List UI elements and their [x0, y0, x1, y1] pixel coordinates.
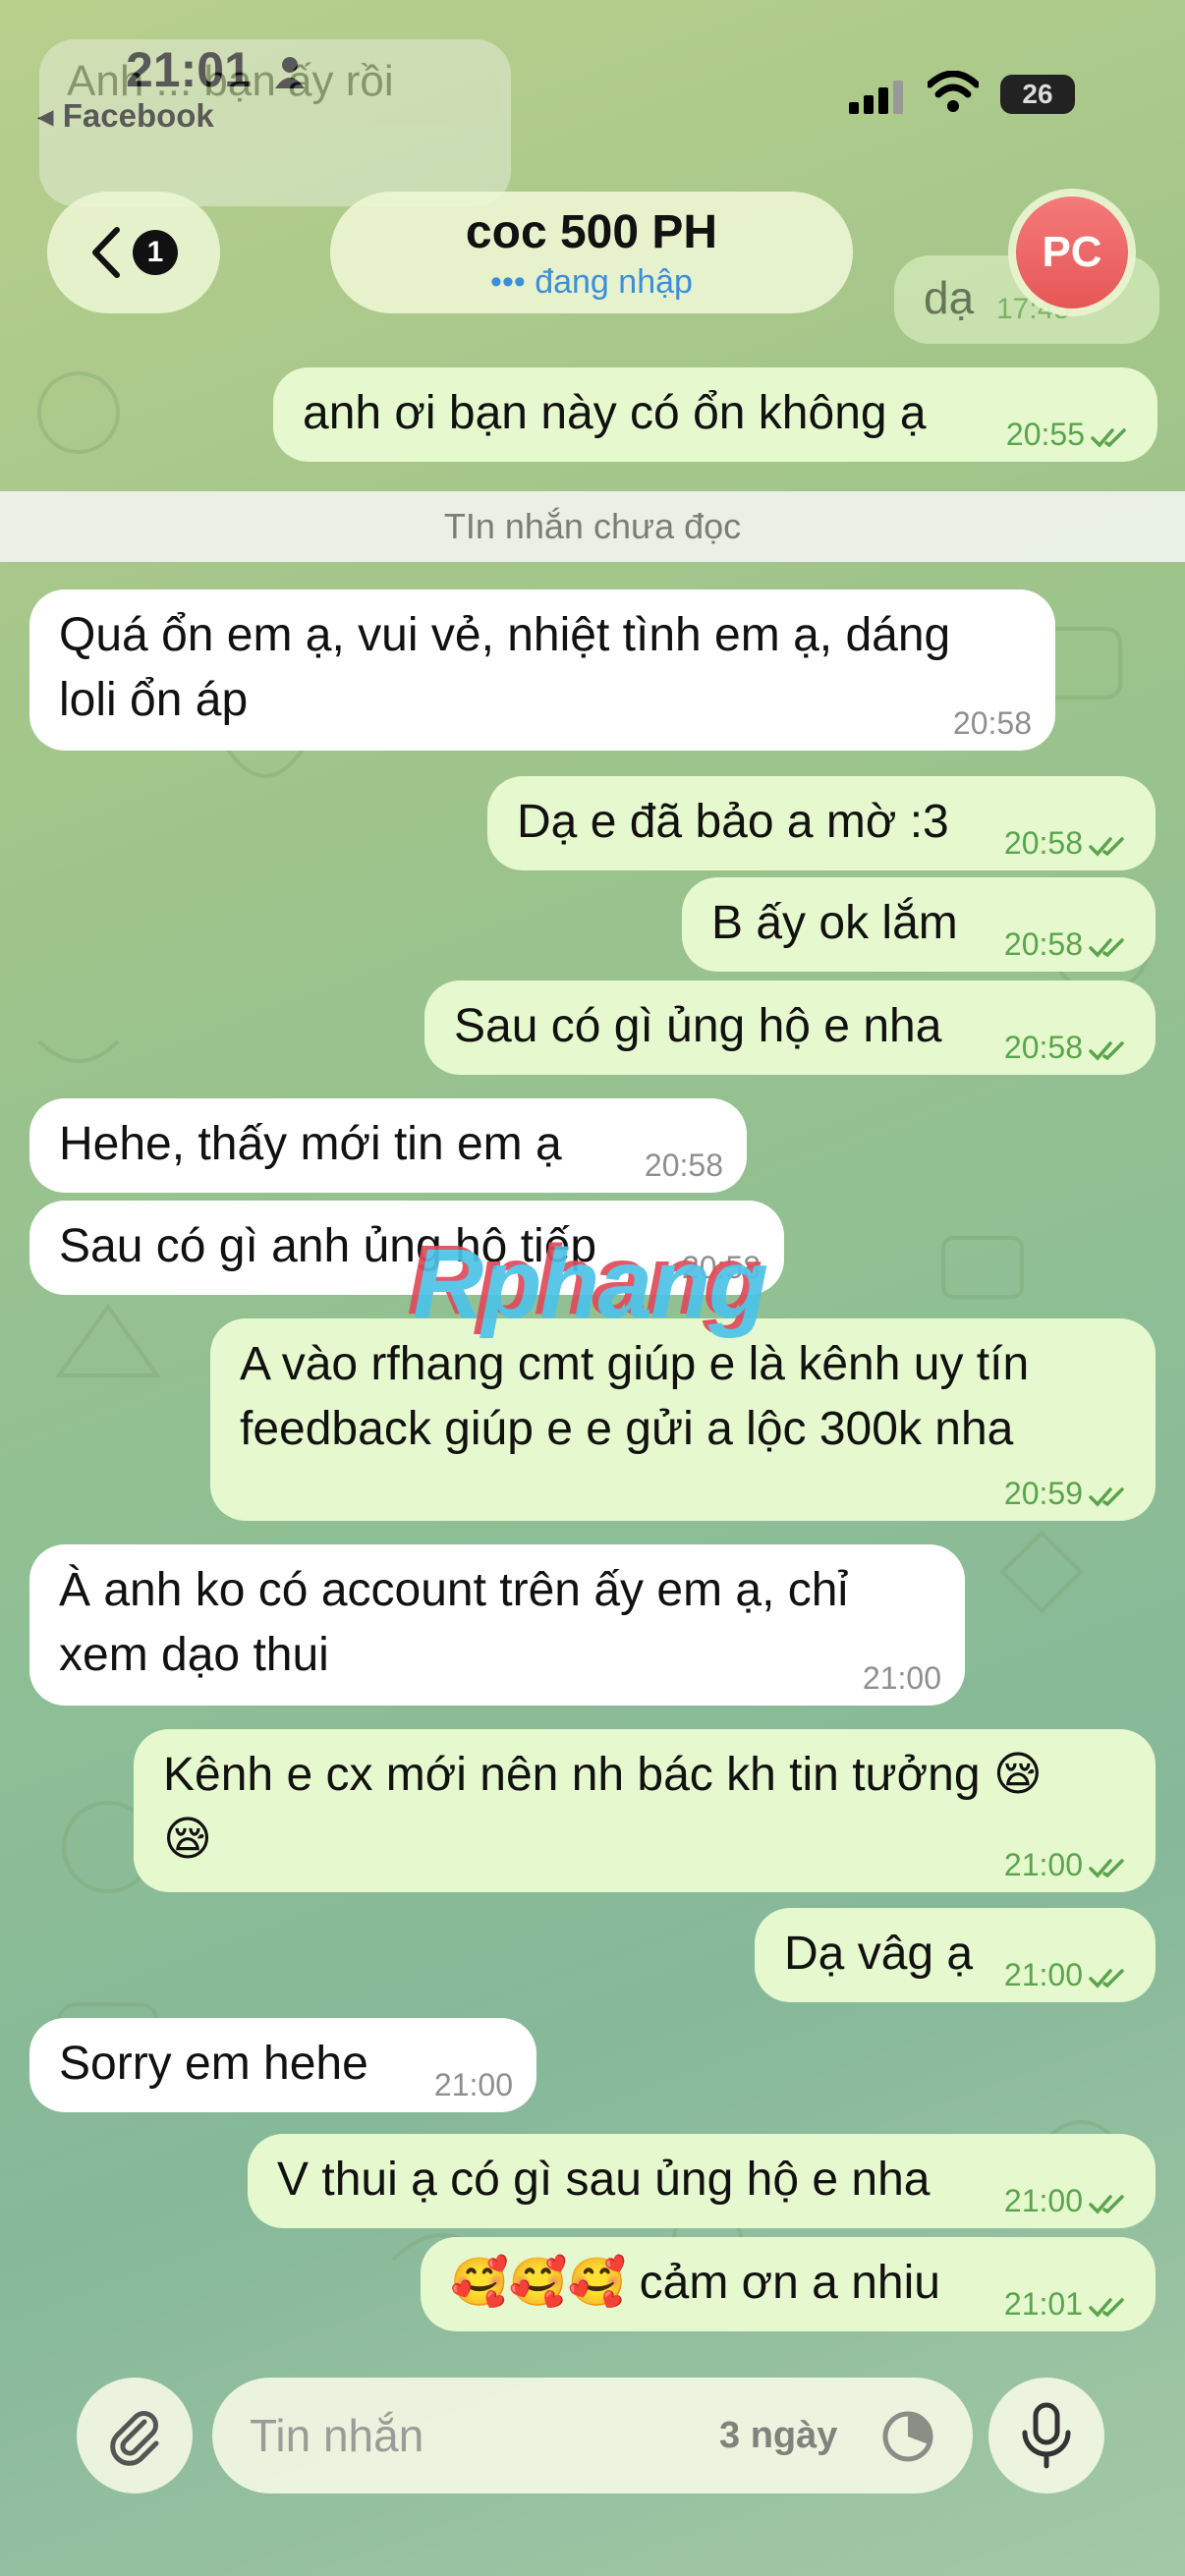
message-time: 20:59: [1003, 1476, 1083, 1511]
message-time: 20:58: [1003, 825, 1083, 861]
message-timestamp: 20:58: [1004, 827, 1132, 859]
watermark-logo: Rphang: [413, 1229, 768, 1339]
message-text-line: loli ổn áp: [59, 674, 249, 726]
microphone-icon: [1022, 2402, 1071, 2469]
message-timestamp: 21:01: [1004, 2288, 1132, 2320]
wifi-icon: [928, 71, 979, 112]
message-timestamp: 20:59: [1004, 1478, 1132, 1509]
outgoing-message-bubble[interactable]: Sau có gì ủng hộ e nha 20:58: [424, 980, 1156, 1075]
read-checkmarks-icon: [1085, 417, 1134, 452]
message-time: 21:00: [1003, 2183, 1083, 2218]
message-text-line: À anh ko có account trên ấy em ạ, chỉ: [59, 1564, 849, 1616]
incoming-message-bubble[interactable]: Hehe, thấy mới tin em ạ 20:58: [29, 1098, 747, 1193]
message-text-line: Quá ổn em ạ, vui vẻ, nhiệt tình em ạ, dá…: [59, 609, 951, 661]
cellular-signal-icon: [849, 81, 903, 114]
chat-title: coc 500 PH: [465, 206, 718, 258]
unread-count-badge: 1: [133, 230, 178, 275]
message-text-line: Kênh e cx mới nên nh bác kh tin tưởng 😪: [163, 1749, 1043, 1801]
read-checkmarks-icon: [1083, 1030, 1132, 1065]
previous-outgoing-text: dạ: [924, 272, 975, 323]
message-input-placeholder: Tin nhắn: [250, 2410, 424, 2461]
paperclip-icon: [110, 2411, 159, 2466]
attach-button[interactable]: [77, 2378, 193, 2493]
message-time: 20:55: [1005, 417, 1085, 452]
read-checkmarks-icon: [1083, 1847, 1132, 1882]
message-timestamp: 21:00: [1004, 2185, 1132, 2216]
chevron-left-icon: [92, 227, 120, 278]
message-timestamp: 21:00: [1004, 1959, 1132, 1990]
unread-messages-divider: TIn nhắn chưa đọc: [0, 491, 1185, 562]
outgoing-message-bubble[interactable]: B ấy ok lắm 20:58: [682, 877, 1156, 972]
message-text-line: Hehe, thấy mới tin em ạ: [59, 1118, 562, 1170]
message-timestamp: 21:00: [1004, 1849, 1132, 1880]
incoming-message-bubble[interactable]: À anh ko có account trên ấy em ạ, chỉ xem…: [29, 1544, 965, 1706]
message-time: 20:58: [1003, 1030, 1083, 1065]
message-text-line: feedback giúp e e gửi a lộc 300k nha: [240, 1403, 1014, 1455]
read-checkmarks-icon: [1083, 1476, 1132, 1511]
message-time: 20:58: [1003, 926, 1083, 962]
read-checkmarks-icon: [1083, 2286, 1132, 2322]
message-timestamp: 21:00: [434, 2069, 513, 2100]
typing-status: ••• đang nhập: [490, 263, 693, 301]
message-text-line: anh ơi bạn này có ổn không ạ: [303, 387, 927, 439]
message-time: 21:01: [1003, 2286, 1083, 2322]
message-timestamp: 20:58: [953, 707, 1032, 739]
read-checkmarks-icon: [1083, 1957, 1132, 1992]
message-timestamp: 21:00: [863, 1662, 941, 1694]
contact-avatar[interactable]: PC: [1008, 189, 1136, 316]
incoming-message-bubble[interactable]: Sorry em hehe 21:00: [29, 2018, 536, 2112]
message-input[interactable]: Tin nhắn 3 ngày: [212, 2378, 973, 2493]
outgoing-message-bubble[interactable]: V thui ạ có gì sau ủng hộ e nha 21:00: [248, 2134, 1156, 2228]
read-checkmarks-icon: [1083, 825, 1132, 861]
previous-message-text: Anh ... bạn ấy rồi: [67, 57, 394, 105]
message-text-line: xem dạo thui: [59, 1629, 329, 1681]
battery-indicator: 26: [1000, 75, 1075, 114]
message-time: 20:58: [644, 1148, 723, 1183]
message-timestamp: 20:58: [1004, 1032, 1132, 1063]
outgoing-message-bubble[interactable]: A vào rfhang cmt giúp e là kênh uy tín fe…: [210, 1318, 1156, 1521]
message-text-line: 😪: [163, 1814, 213, 1866]
message-time: 20:58: [952, 705, 1032, 741]
timer-icon[interactable]: [880, 2409, 935, 2464]
voice-record-button[interactable]: [988, 2378, 1104, 2493]
outgoing-message-bubble[interactable]: Dạ e đã bảo a mờ :3 20:58: [487, 776, 1156, 870]
message-timestamp: 20:55: [1006, 419, 1134, 450]
message-time: 21:00: [433, 2067, 513, 2102]
message-text-line: V thui ạ có gì sau ủng hộ e nha: [277, 2154, 931, 2206]
outgoing-message-bubble[interactable]: Dạ vâg ạ 21:00: [755, 1908, 1156, 2002]
previous-message-faded: Anh ... bạn ấy rồi: [39, 39, 511, 206]
auto-delete-timer-label: 3 ngày: [719, 2415, 838, 2456]
message-time: 21:00: [862, 1660, 941, 1696]
message-time: 21:00: [1003, 1847, 1083, 1882]
avatar-initials: PC: [1016, 196, 1128, 308]
read-checkmarks-icon: [1083, 2183, 1132, 2218]
back-button[interactable]: 1: [47, 192, 220, 313]
chat-title-pill[interactable]: coc 500 PH ••• đang nhập: [330, 192, 853, 313]
incoming-message-bubble[interactable]: Quá ổn em ạ, vui vẻ, nhiệt tình em ạ, dá…: [29, 589, 1055, 751]
outgoing-message-bubble[interactable]: anh ơi bạn này có ổn không ạ 20:55: [273, 367, 1157, 462]
message-text-line: A vào rfhang cmt giúp e là kênh uy tín: [240, 1338, 1030, 1390]
message-timestamp: 20:58: [645, 1149, 723, 1181]
message-time: 21:00: [1003, 1957, 1083, 1992]
outgoing-message-bubble[interactable]: Kênh e cx mới nên nh bác kh tin tưởng 😪 😪…: [134, 1729, 1156, 1892]
read-checkmarks-icon: [1083, 926, 1132, 962]
outgoing-message-bubble[interactable]: 🥰🥰🥰 cảm ơn a nhiu 21:01: [421, 2237, 1156, 2331]
message-timestamp: 20:58: [1004, 928, 1132, 960]
